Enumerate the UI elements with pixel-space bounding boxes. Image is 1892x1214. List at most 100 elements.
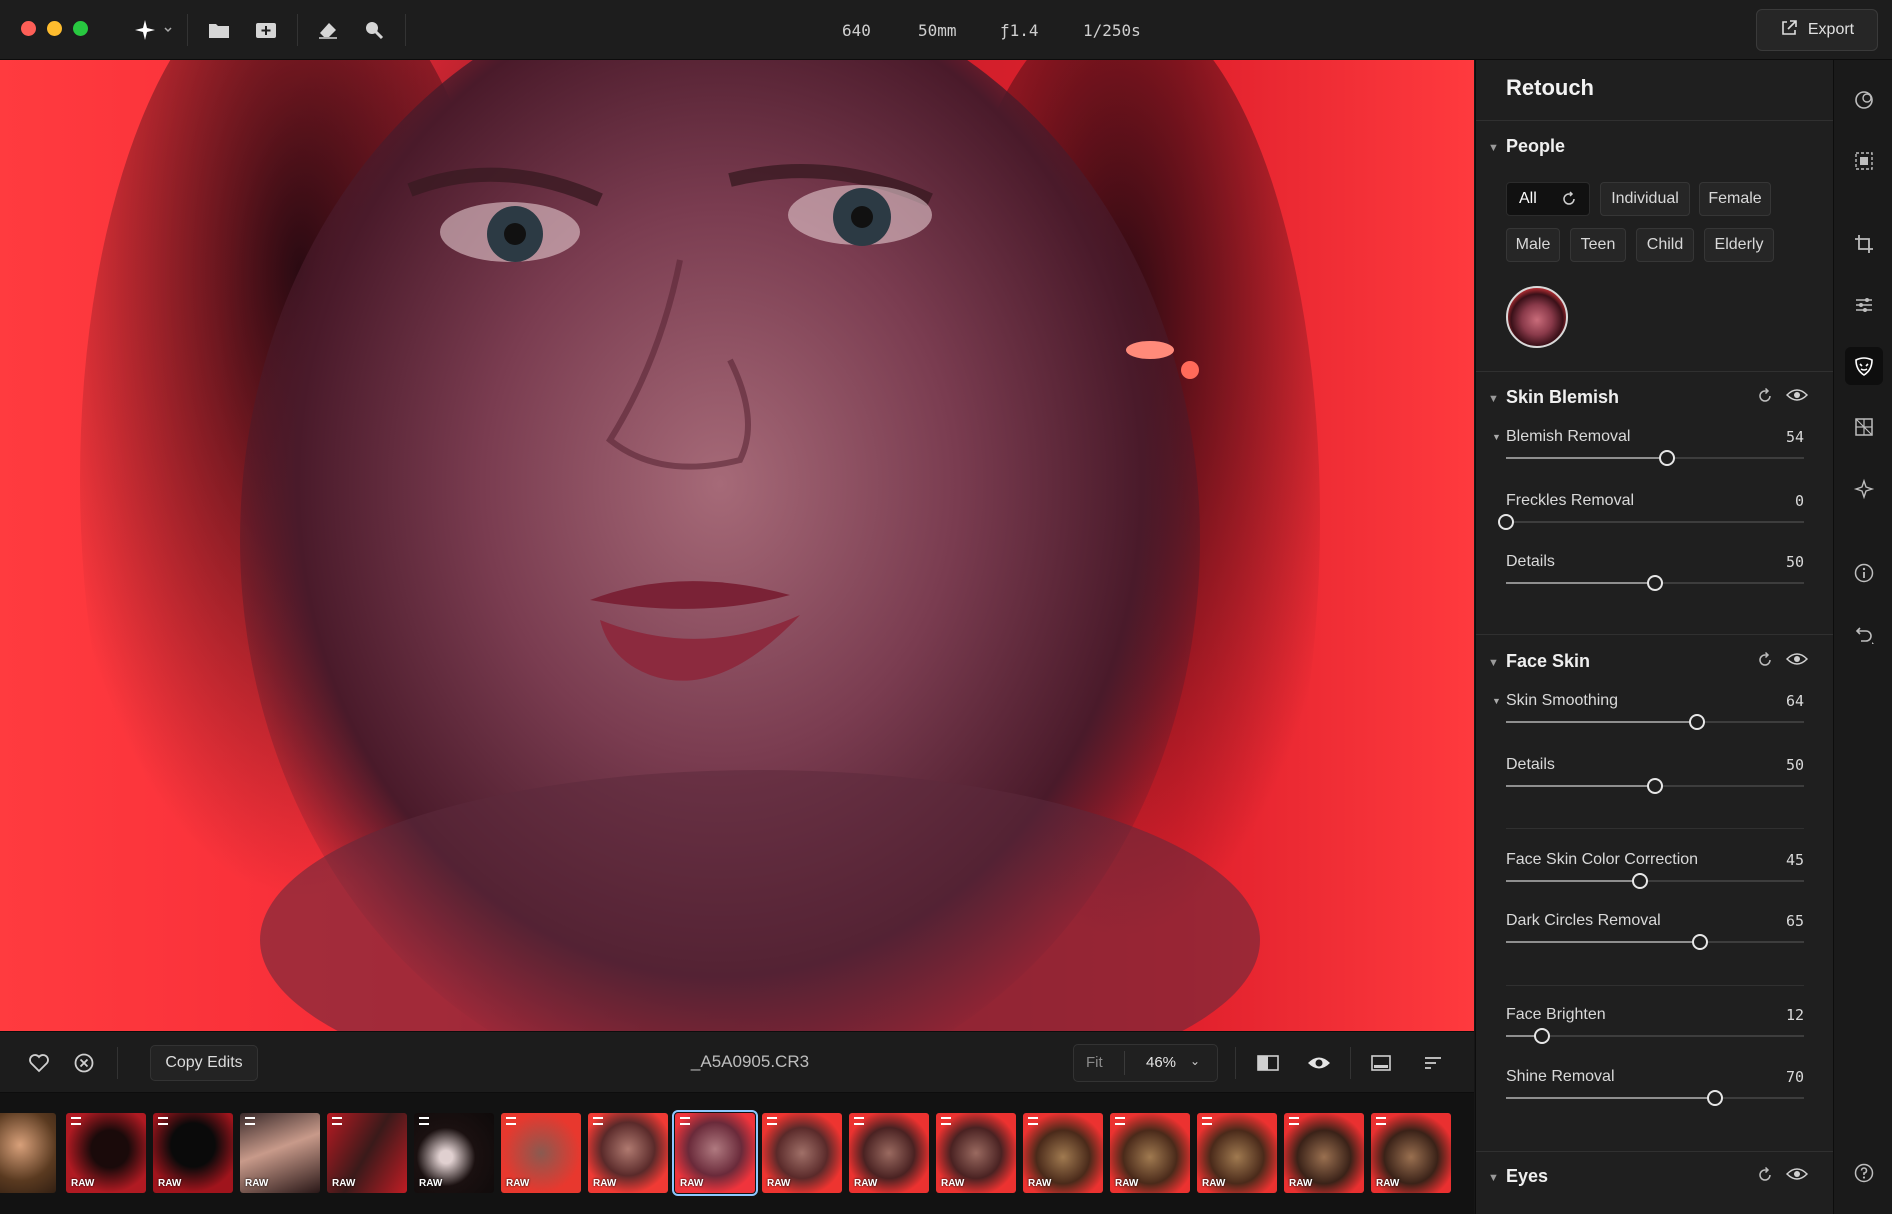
clone-stamp-icon[interactable] <box>360 16 388 44</box>
info-icon[interactable] <box>1845 554 1883 592</box>
slider-value[interactable]: 54 <box>1786 428 1804 446</box>
slider-knob[interactable] <box>1498 514 1514 530</box>
reset-icon[interactable] <box>1756 1166 1774 1189</box>
folder-icon[interactable] <box>205 16 233 44</box>
slider-blemish-removal[interactable]: ▼ Blemish Removal 54 <box>1492 428 1804 474</box>
masking-icon[interactable] <box>1845 142 1883 180</box>
thumbnail[interactable]: RAW <box>762 1113 842 1193</box>
slider-value[interactable]: 65 <box>1786 912 1804 930</box>
filter-female-chip[interactable]: Female <box>1699 182 1771 216</box>
zoom-level[interactable]: 46% <box>1146 1054 1176 1071</box>
retouch-face-icon[interactable] <box>1845 347 1883 385</box>
thumbnail[interactable]: RAW <box>936 1113 1016 1193</box>
slider-knob[interactable] <box>1647 575 1663 591</box>
slider-dark-circles-removal[interactable]: Dark Circles Removal 65 <box>1506 912 1804 958</box>
crop-icon[interactable] <box>1845 225 1883 263</box>
visibility-eye-icon[interactable] <box>1785 1166 1809 1187</box>
slider-value[interactable]: 45 <box>1786 851 1804 869</box>
copy-edits-button[interactable]: Copy Edits <box>150 1045 258 1081</box>
zoom-fit-button[interactable]: Fit <box>1086 1054 1103 1071</box>
thumbnail[interactable]: RAW <box>327 1113 407 1193</box>
thumbnail[interactable]: RAW <box>501 1113 581 1193</box>
history-undo-icon[interactable] <box>1845 615 1883 653</box>
section-face-skin-header[interactable]: ▼ Face Skin <box>1476 649 1833 679</box>
divider <box>1476 1151 1833 1152</box>
thumbnail[interactable]: RAW <box>1110 1113 1190 1193</box>
refresh-icon[interactable] <box>1561 191 1577 212</box>
ai-tools-icon[interactable] <box>130 16 176 44</box>
zoom-control[interactable]: Fit 46% ⌄ <box>1073 1044 1218 1082</box>
chip-label: All <box>1519 190 1537 207</box>
slider-face-brighten[interactable]: Face Brighten 12 <box>1506 1006 1804 1052</box>
filter-individual-chip[interactable]: Individual <box>1600 182 1690 216</box>
slider-shine-removal[interactable]: Shine Removal 70 <box>1506 1068 1804 1114</box>
raw-badge: RAW <box>1289 1178 1313 1189</box>
thumbnail[interactable]: RAW <box>414 1113 494 1193</box>
filmstrip-toggle-icon[interactable] <box>1367 1049 1395 1077</box>
slider-track[interactable] <box>1506 1035 1804 1037</box>
filter-all-chip[interactable]: All <box>1506 182 1590 216</box>
adjustments-icon[interactable] <box>1845 286 1883 324</box>
slider-freckles-removal[interactable]: Freckles Removal 0 <box>1498 492 1804 538</box>
slider-knob[interactable] <box>1533 1028 1550 1044</box>
thumbnail-selected[interactable]: RAW <box>672 1110 758 1196</box>
slider-value[interactable]: 0 <box>1795 492 1804 510</box>
slider-value[interactable]: 50 <box>1786 756 1804 774</box>
slider-face-skin-color-correction[interactable]: Face Skin Color Correction 45 <box>1506 851 1804 897</box>
filter-teen-chip[interactable]: Teen <box>1570 228 1626 262</box>
reject-icon[interactable] <box>70 1049 98 1077</box>
section-skin-blemish-header[interactable]: ▼ Skin Blemish <box>1476 385 1833 415</box>
slider-knob[interactable] <box>1691 934 1708 950</box>
person-avatar[interactable] <box>1506 286 1568 348</box>
thumbnail[interactable] <box>0 1113 56 1193</box>
photo-viewer[interactable] <box>0 60 1474 1031</box>
thumbnail[interactable]: RAW <box>849 1113 929 1193</box>
slider-value[interactable]: 70 <box>1786 1068 1804 1086</box>
landscape-icon[interactable] <box>1845 408 1883 446</box>
slider-value[interactable]: 12 <box>1786 1006 1804 1024</box>
minimize-window-button[interactable] <box>47 21 62 36</box>
creative-sparkle-icon[interactable] <box>1845 470 1883 508</box>
slider-blemish-details[interactable]: Details 50 <box>1506 553 1804 599</box>
thumbnail[interactable]: RAW <box>66 1113 146 1193</box>
filter-elderly-chip[interactable]: Elderly <box>1704 228 1774 262</box>
slider-knob[interactable] <box>1658 450 1675 466</box>
reset-icon[interactable] <box>1756 651 1774 674</box>
close-window-button[interactable] <box>21 21 36 36</box>
slider-knob[interactable] <box>1647 778 1663 794</box>
zoom-window-button[interactable] <box>73 21 88 36</box>
color-wheel-icon[interactable] <box>1845 81 1883 119</box>
compare-icon[interactable] <box>1254 1049 1282 1077</box>
heart-icon[interactable] <box>25 1049 53 1077</box>
thumbnail[interactable]: RAW <box>1284 1113 1364 1193</box>
thumbnail[interactable]: RAW <box>153 1113 233 1193</box>
export-button[interactable]: Export <box>1756 9 1878 51</box>
sort-icon[interactable] <box>1419 1049 1447 1077</box>
slider-skin-smoothing[interactable]: ▼ Skin Smoothing 64 <box>1492 692 1804 738</box>
thumbnail[interactable]: RAW <box>1023 1113 1103 1193</box>
tool-rail <box>1833 60 1892 1214</box>
section-people-header[interactable]: ▼ People <box>1476 134 1833 164</box>
thumbnail[interactable]: RAW <box>1197 1113 1277 1193</box>
preview-eye-icon[interactable] <box>1305 1049 1333 1077</box>
slider-face-details[interactable]: Details 50 <box>1506 756 1804 802</box>
slider-knob[interactable] <box>1706 1090 1723 1106</box>
slider-value[interactable]: 64 <box>1786 692 1804 710</box>
slider-knob[interactable] <box>1688 714 1705 730</box>
filter-male-chip[interactable]: Male <box>1506 228 1560 262</box>
help-icon[interactable] <box>1845 1154 1883 1192</box>
eraser-icon[interactable] <box>314 16 342 44</box>
visibility-eye-icon[interactable] <box>1785 387 1809 408</box>
slider-value[interactable]: 50 <box>1786 553 1804 571</box>
filter-child-chip[interactable]: Child <box>1636 228 1694 262</box>
chevron-down-icon[interactable]: ⌄ <box>1190 1054 1200 1068</box>
thumbnail[interactable]: RAW <box>588 1113 668 1193</box>
thumbnail[interactable]: RAW <box>240 1113 320 1193</box>
thumbnail[interactable]: RAW <box>1371 1113 1451 1193</box>
add-photos-icon[interactable] <box>252 16 280 44</box>
section-eyes-header[interactable]: ▼ Eyes <box>1476 1164 1833 1194</box>
slider-knob[interactable] <box>1632 873 1649 889</box>
visibility-eye-icon[interactable] <box>1785 651 1809 672</box>
slider-track[interactable] <box>1506 521 1804 523</box>
reset-icon[interactable] <box>1756 387 1774 410</box>
